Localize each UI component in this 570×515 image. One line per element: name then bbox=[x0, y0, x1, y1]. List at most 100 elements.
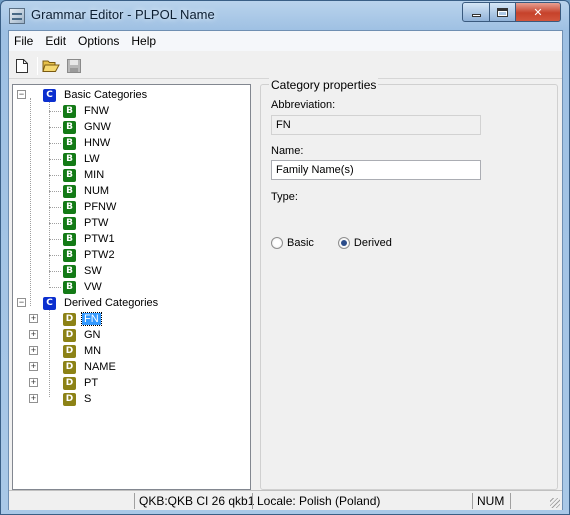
menu-edit[interactable]: Edit bbox=[40, 31, 73, 51]
menu-bar: File Edit Options Help bbox=[9, 31, 562, 51]
minimize-button[interactable] bbox=[462, 2, 490, 22]
tree-item-min[interactable]: B MIN bbox=[49, 167, 106, 183]
type-basic-radio[interactable] bbox=[271, 237, 283, 249]
tree-item-lw[interactable]: B LW bbox=[49, 151, 102, 167]
tree-item-sw[interactable]: B SW bbox=[49, 263, 104, 279]
tree-item-fn[interactable]: + D FN bbox=[13, 311, 102, 327]
app-window: Grammar Editor - PLPOL Name ✕ File Edit … bbox=[0, 0, 570, 515]
tree-label: PT bbox=[84, 377, 99, 389]
open-folder-icon bbox=[42, 60, 60, 72]
tree-label: HNW bbox=[84, 137, 111, 149]
status-knowledge-base: QKB:QKB CI 26 qkb1 bbox=[134, 493, 254, 509]
window-title: Grammar Editor - PLPOL Name bbox=[31, 7, 215, 22]
tree-line bbox=[49, 223, 61, 224]
open-button[interactable] bbox=[41, 56, 61, 76]
minimize-icon bbox=[471, 13, 481, 17]
client-area: File Edit Options Help − C Basic Categor… bbox=[8, 30, 563, 510]
expand-icon[interactable]: + bbox=[29, 330, 38, 339]
new-document-icon bbox=[16, 59, 28, 73]
close-button[interactable]: ✕ bbox=[515, 2, 561, 22]
tree-label: Basic Categories bbox=[64, 89, 148, 101]
tree-item-fnw[interactable]: B FNW bbox=[49, 103, 111, 119]
basic-b-icon: B bbox=[63, 200, 76, 214]
tree-label: Derived Categories bbox=[64, 297, 159, 309]
tree-item-num[interactable]: B NUM bbox=[49, 183, 111, 199]
name-field[interactable]: Family Name(s) bbox=[271, 160, 481, 180]
type-derived-radio[interactable] bbox=[337, 237, 350, 249]
basic-b-icon: B bbox=[63, 136, 76, 150]
tree-node-derived-categories[interactable]: − C Derived Categories bbox=[13, 295, 160, 311]
type-basic-label[interactable]: Basic bbox=[287, 237, 314, 249]
basic-b-icon: B bbox=[63, 168, 76, 182]
tree-line bbox=[49, 175, 61, 176]
tree-item-ptw1[interactable]: B PTW1 bbox=[49, 231, 117, 247]
expand-icon[interactable]: + bbox=[29, 314, 38, 323]
derived-d-icon: D bbox=[63, 344, 76, 358]
app-icon[interactable] bbox=[9, 8, 25, 24]
maximize-button[interactable] bbox=[489, 2, 516, 22]
tree-label: PTW bbox=[84, 217, 109, 229]
expand-icon[interactable]: + bbox=[29, 394, 38, 403]
collapse-icon[interactable]: − bbox=[17, 90, 26, 99]
expand-icon[interactable]: + bbox=[29, 362, 38, 371]
maximize-icon bbox=[497, 7, 508, 17]
category-tree[interactable]: − C Basic Categories B FNW B GNW B HNW B LW … bbox=[12, 84, 251, 490]
new-button[interactable] bbox=[12, 56, 32, 76]
derived-d-icon: D bbox=[63, 312, 76, 326]
tree-item-ptw2[interactable]: B PTW2 bbox=[49, 247, 117, 263]
tree-item-name[interactable]: + D NAME bbox=[13, 359, 118, 375]
toolbar-separator bbox=[37, 57, 38, 75]
menu-options[interactable]: Options bbox=[73, 31, 126, 51]
menu-help[interactable]: Help bbox=[126, 31, 163, 51]
derived-d-icon: D bbox=[63, 392, 76, 406]
tree-label: VW bbox=[84, 281, 102, 293]
tree-label: NAME bbox=[84, 361, 116, 373]
basic-b-icon: B bbox=[63, 120, 76, 134]
tree-label-selected: FN bbox=[81, 312, 102, 326]
status-bar: QKB:QKB CI 26 qkb1 Locale: Polish (Polan… bbox=[9, 490, 562, 510]
tree-item-pt[interactable]: + D PT bbox=[13, 375, 100, 391]
expand-icon[interactable]: + bbox=[29, 346, 38, 355]
category-c-icon: C bbox=[43, 296, 56, 310]
tree-line bbox=[49, 287, 61, 288]
collapse-icon[interactable]: − bbox=[17, 298, 26, 307]
tree-label: NUM bbox=[84, 185, 110, 197]
tree-line bbox=[49, 143, 61, 144]
save-button[interactable] bbox=[64, 56, 84, 76]
toolbar bbox=[9, 53, 562, 79]
tree-line bbox=[49, 207, 61, 208]
tree-line bbox=[49, 239, 61, 240]
basic-b-icon: B bbox=[63, 184, 76, 198]
name-label: Name: bbox=[271, 145, 304, 157]
basic-b-icon: B bbox=[63, 232, 76, 246]
tree-node-basic-categories[interactable]: − C Basic Categories bbox=[13, 87, 149, 103]
type-derived-label[interactable]: Derived bbox=[354, 237, 392, 249]
tree-label: FNW bbox=[84, 105, 110, 117]
tree-line bbox=[30, 98, 31, 306]
tree-item-s[interactable]: + D S bbox=[13, 391, 93, 407]
expand-icon[interactable]: + bbox=[29, 378, 38, 387]
resize-grip-icon[interactable] bbox=[550, 498, 560, 508]
tree-item-hnw[interactable]: B HNW bbox=[49, 135, 112, 151]
derived-d-icon: D bbox=[63, 360, 76, 374]
menu-file[interactable]: File bbox=[9, 31, 40, 51]
basic-b-icon: B bbox=[63, 248, 76, 262]
tree-label: MIN bbox=[84, 169, 105, 181]
type-label: Type: bbox=[271, 191, 298, 203]
tree-item-vw[interactable]: B VW bbox=[49, 279, 104, 295]
tree-label: PFNW bbox=[84, 201, 117, 213]
tree-label: PTW2 bbox=[84, 249, 115, 261]
tree-item-gn[interactable]: + D GN bbox=[13, 327, 103, 343]
title-bar[interactable]: Grammar Editor - PLPOL Name ✕ bbox=[1, 1, 569, 31]
tree-label: SW bbox=[84, 265, 102, 277]
tree-item-mn[interactable]: + D MN bbox=[13, 343, 103, 359]
tree-item-pfnw[interactable]: B PFNW bbox=[49, 199, 118, 215]
tree-label: GNW bbox=[84, 121, 111, 133]
tree-item-ptw[interactable]: B PTW bbox=[49, 215, 110, 231]
group-title: Category properties bbox=[269, 78, 379, 92]
tree-item-gnw[interactable]: B GNW bbox=[49, 119, 113, 135]
tree-label: PTW1 bbox=[84, 233, 115, 245]
basic-b-icon: B bbox=[63, 216, 76, 230]
category-properties-group: Category properties Abbreviation: FN Nam… bbox=[260, 78, 558, 490]
abbreviation-field[interactable]: FN bbox=[271, 115, 481, 135]
